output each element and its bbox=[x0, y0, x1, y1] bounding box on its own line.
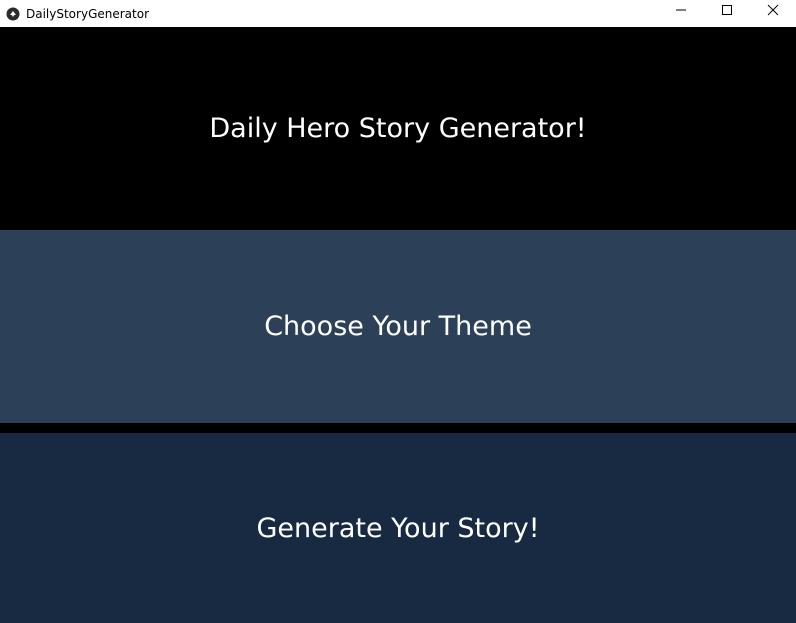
minimize-button[interactable] bbox=[658, 0, 704, 24]
minimize-icon bbox=[675, 3, 687, 21]
page-title: Daily Hero Story Generator! bbox=[209, 113, 587, 144]
window-titlebar[interactable]: DailyStoryGenerator bbox=[0, 0, 796, 27]
header-panel: Daily Hero Story Generator! bbox=[0, 27, 796, 230]
close-icon bbox=[767, 3, 779, 21]
close-button[interactable] bbox=[750, 0, 796, 24]
app-window: DailyStoryGenerator Daily Hero Story Gen… bbox=[0, 0, 796, 623]
choose-theme-button[interactable]: Choose Your Theme bbox=[0, 230, 796, 423]
app-logo-icon bbox=[6, 7, 20, 21]
choose-theme-label: Choose Your Theme bbox=[264, 311, 532, 342]
generate-story-button[interactable]: Generate Your Story! bbox=[0, 433, 796, 623]
maximize-button[interactable] bbox=[704, 0, 750, 24]
window-title: DailyStoryGenerator bbox=[26, 6, 149, 21]
window-controls bbox=[658, 0, 796, 24]
generate-story-label: Generate Your Story! bbox=[256, 512, 540, 544]
maximize-icon bbox=[721, 3, 733, 21]
main-content: Daily Hero Story Generator! Choose Your … bbox=[0, 27, 796, 623]
